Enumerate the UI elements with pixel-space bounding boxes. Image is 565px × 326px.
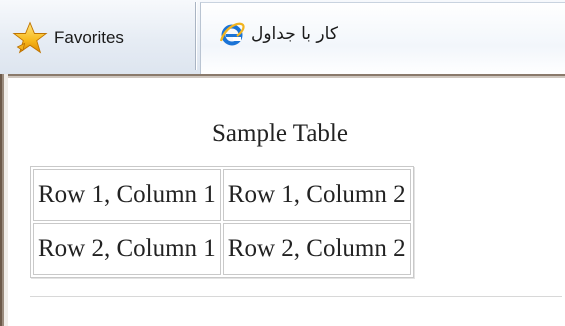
content-top-border — [0, 74, 565, 80]
favorites-bar: Favorites کار با جداول — [0, 0, 565, 75]
table-cell: Row 1, Column 1 — [33, 169, 221, 221]
toolbar-separator — [195, 2, 196, 70]
favorites-button[interactable]: Favorites — [12, 14, 190, 62]
table-cell: Row 1, Column 2 — [222, 169, 411, 221]
browser-window: Favorites کار با جداول Sample Table Row … — [0, 0, 565, 326]
tab-title-group: کار با جداول — [219, 21, 338, 47]
tab-title: کار با جداول — [251, 24, 338, 44]
table-caption: Sample Table — [212, 120, 348, 147]
table-cell: Row 2, Column 2 — [222, 223, 411, 275]
internet-explorer-icon — [219, 22, 245, 46]
star-icon — [12, 21, 48, 54]
divider — [30, 296, 562, 297]
table-cell: Row 2, Column 1 — [33, 223, 221, 275]
favorites-label: Favorites — [54, 28, 124, 47]
page-content: Sample Table Row 1, Column 1 Row 1, Colu… — [0, 74, 565, 326]
content-left-border — [0, 74, 8, 326]
table-row: Row 2, Column 1 Row 2, Column 2 — [33, 223, 411, 275]
sample-table: Row 1, Column 1 Row 1, Column 2 Row 2, C… — [30, 166, 414, 278]
tab-current-page[interactable]: کار با جداول — [200, 2, 565, 75]
table-row: Row 1, Column 1 Row 1, Column 2 — [33, 169, 411, 221]
